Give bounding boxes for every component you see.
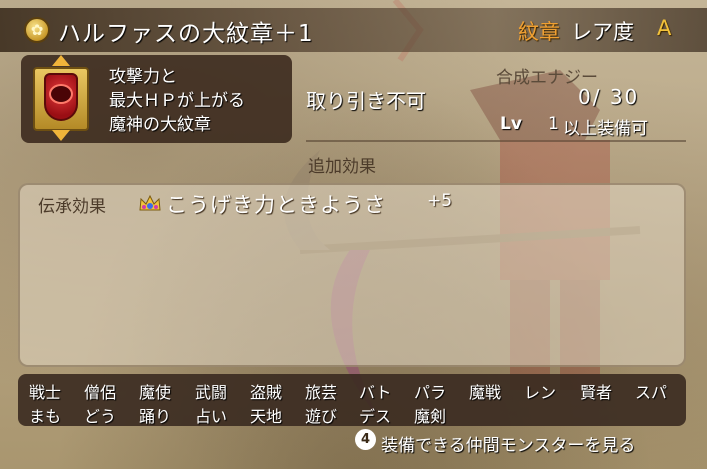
bonus-header: 追加効果 (308, 157, 376, 177)
job-item: 遊び (305, 407, 338, 426)
job-item: 占い (195, 407, 228, 426)
job-item: スパ (635, 383, 668, 402)
view-monsters-button[interactable]: 装備できる仲間モンスターを見る (381, 431, 635, 456)
job-item: 踊り (139, 407, 172, 426)
job-item: レン (524, 383, 557, 402)
rarity-label: レア度 (571, 20, 634, 44)
effect-value: +5 (427, 191, 453, 211)
job-item: 盗賊 (250, 383, 283, 402)
description-line-3: 魔神の大紋章 (109, 115, 211, 135)
job-item: バト (359, 383, 392, 402)
arrow-down-icon[interactable] (52, 130, 70, 141)
job-item: どう (84, 407, 117, 426)
energy-value: 0/ 30 (578, 85, 640, 109)
job-item: 旅芸 (305, 383, 338, 402)
job-item: デス (359, 407, 392, 426)
job-item: 戦士 (29, 383, 62, 402)
job-item: まも (29, 407, 62, 426)
job-item: 魔使 (139, 383, 172, 402)
level-requirement: 以上装備可 (563, 119, 648, 139)
job-item: パラ (414, 383, 447, 402)
job-item: 武闘 (195, 383, 228, 402)
job-item: 天地 (250, 407, 283, 426)
job-item: 魔剣 (414, 407, 447, 426)
trade-status: 取り引き不可 (306, 89, 426, 113)
description-line-1: 攻撃力と (109, 67, 177, 87)
emblem-coin-icon: ✿ (24, 17, 50, 43)
rarity-value: A (657, 16, 672, 40)
job-item: 魔戦 (469, 383, 502, 402)
divider (306, 140, 686, 142)
demon-face-icon (49, 84, 73, 104)
item-title: ハルファスの大紋章＋1 (58, 21, 314, 47)
job-item: 僧侶 (84, 383, 117, 402)
effect-text: こうげき力ときようさ (166, 193, 386, 217)
job-item: 賢者 (580, 383, 613, 402)
description-line-2: 最大ＨＰが上がる (109, 91, 245, 111)
crown-icon (139, 194, 161, 211)
button-4-icon[interactable]: 4 (355, 429, 376, 450)
level-value: 1 (548, 114, 559, 134)
inherit-label: 伝承効果 (38, 197, 106, 217)
level-label: Lv (500, 114, 522, 134)
item-category: 紋章 (518, 20, 560, 44)
arrow-up-icon[interactable] (52, 55, 70, 66)
